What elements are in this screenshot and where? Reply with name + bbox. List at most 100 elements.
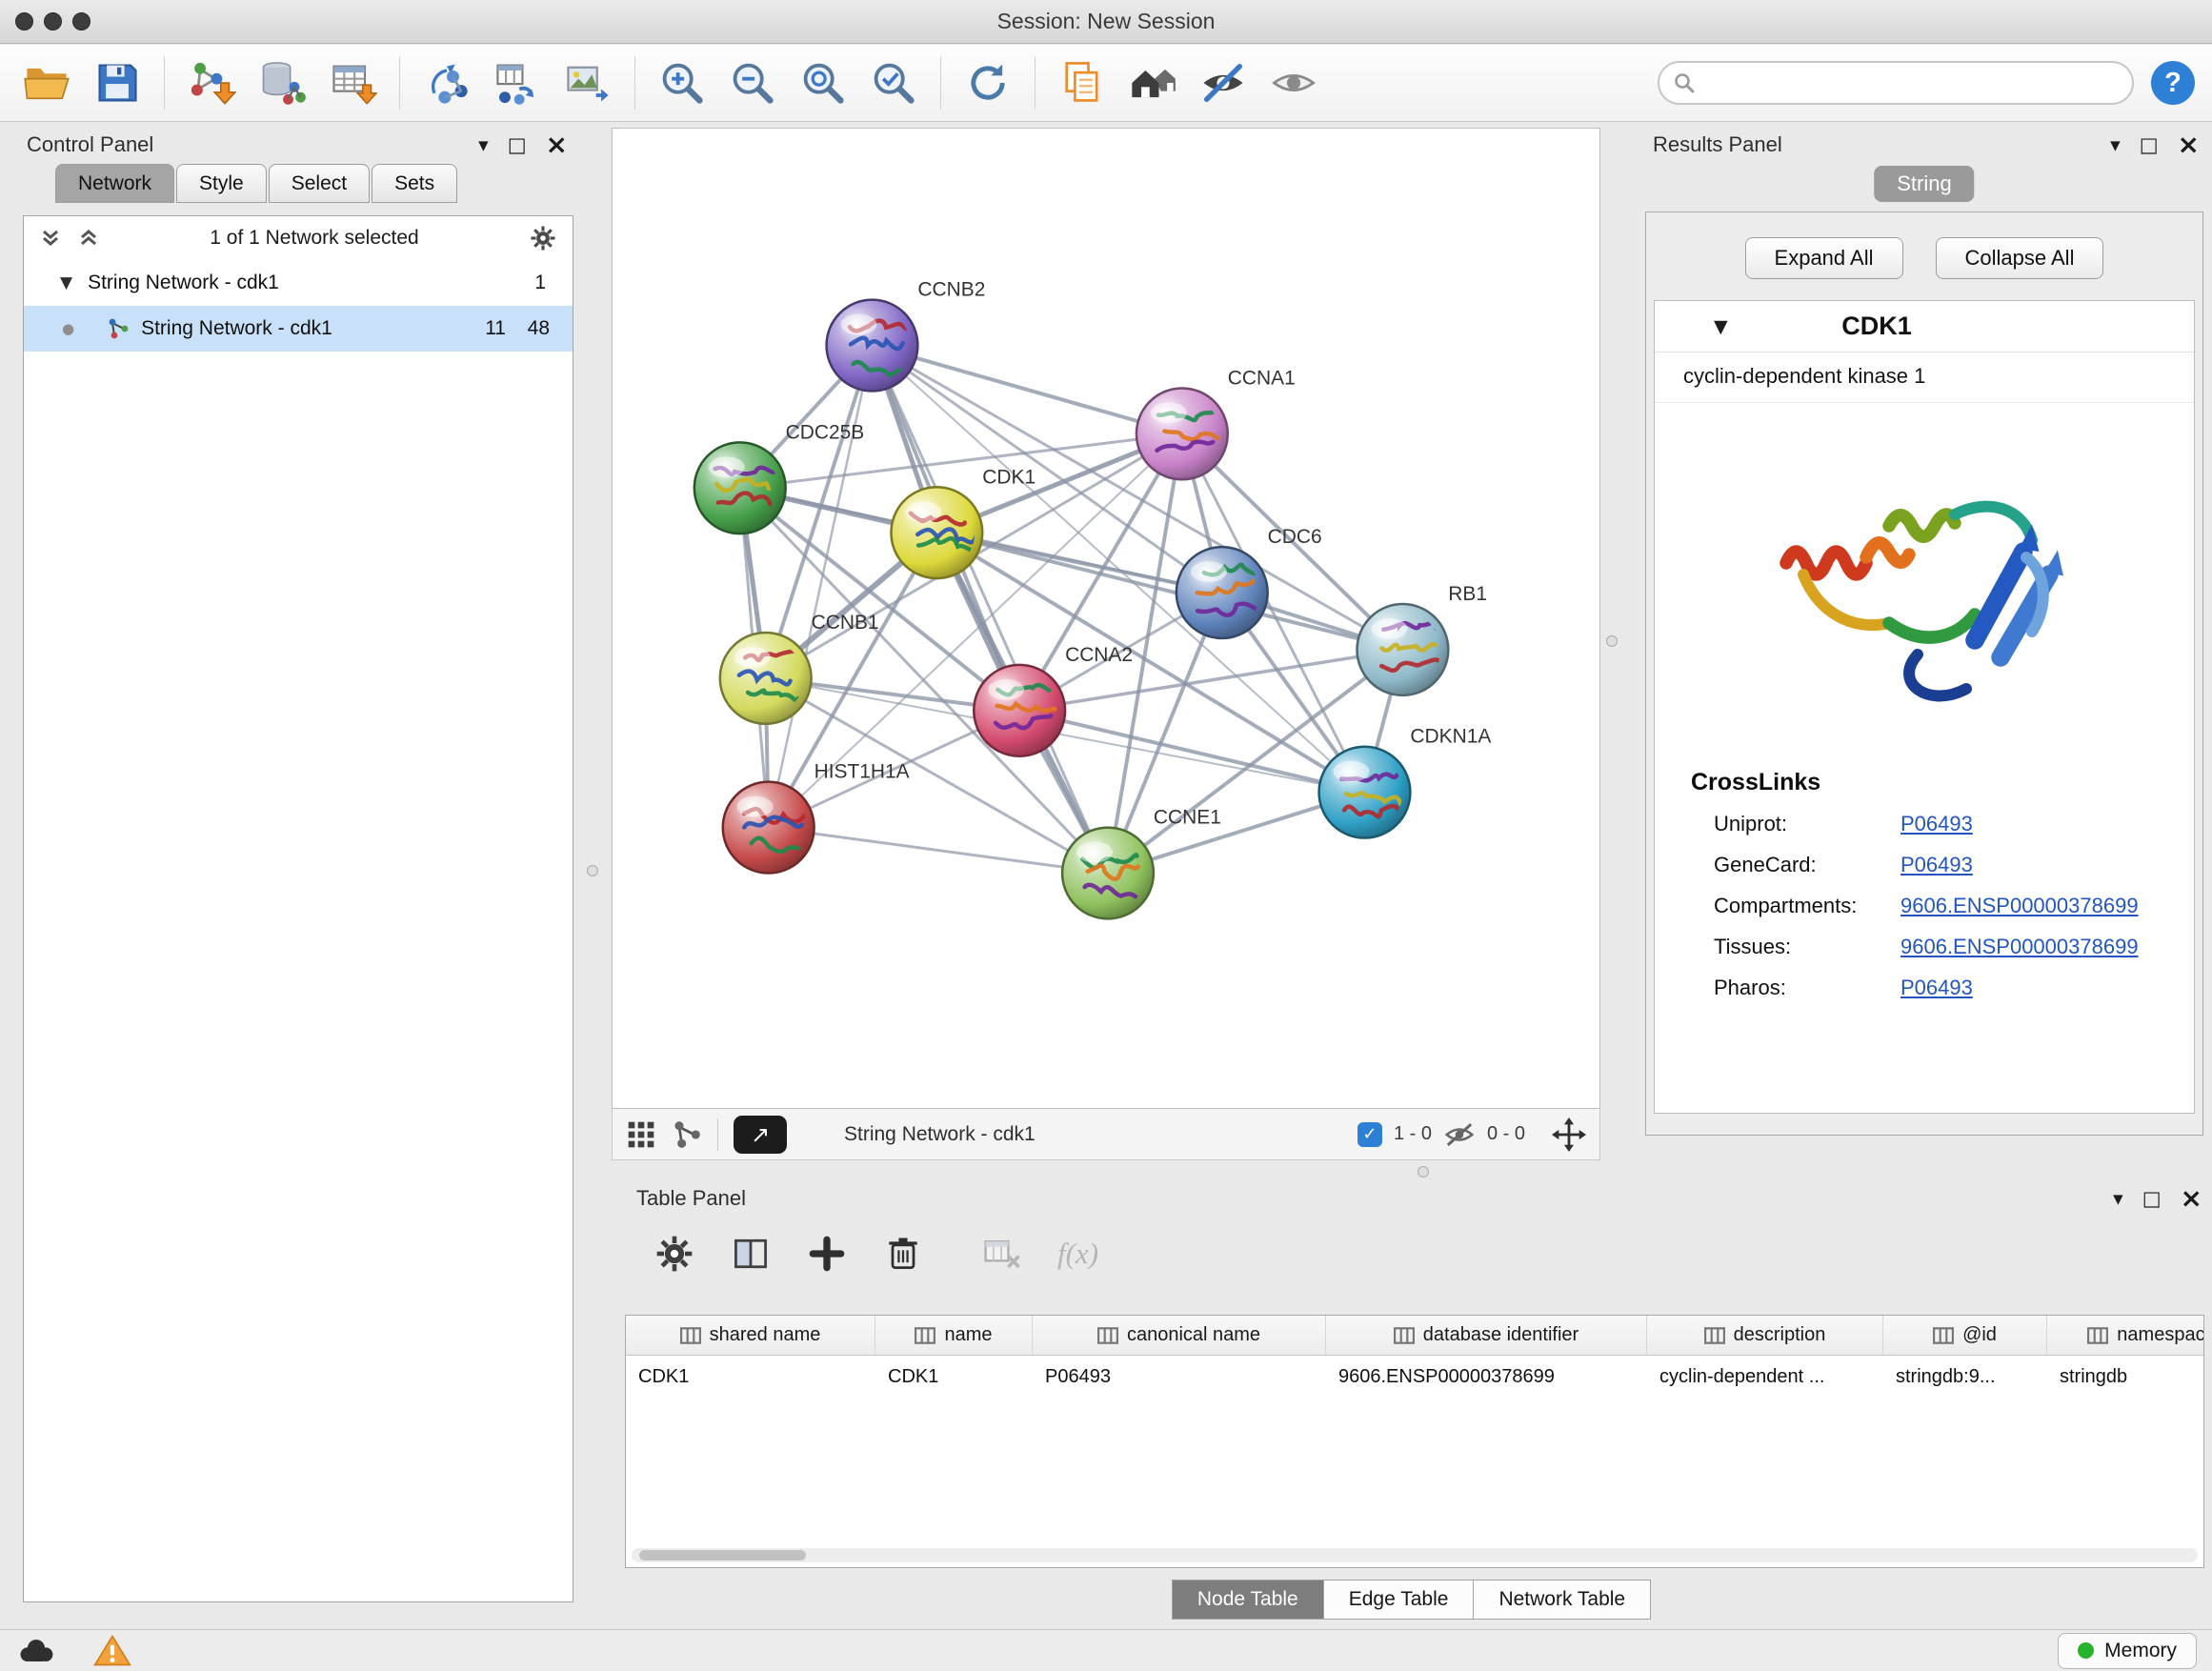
expand-all-button[interactable]: Expand All [1745,237,1903,279]
network-view[interactable]: CCNB2CCNA1CDC25BCDK1CDC6RB1CCNB1CCNA2CDK… [612,128,1600,1109]
network-node-CDC6[interactable]: CDC6 [1176,526,1322,638]
search-input[interactable] [1705,71,2119,94]
network-node-RB1[interactable]: RB1 [1357,583,1487,695]
table-cell[interactable]: stringdb:9... [1883,1356,2047,1398]
collapse-all-networks-icon[interactable] [39,227,62,250]
import-network-from-file-button[interactable] [181,52,242,113]
birds-eye-view-button[interactable]: ↗ [734,1116,787,1154]
results-panel-close-icon[interactable]: × [2178,131,2200,158]
save-session-button[interactable] [87,52,148,113]
tab-network[interactable]: Network [55,164,174,203]
delete-column-trash-button[interactable] [882,1233,924,1275]
tab-sets[interactable]: Sets [372,164,457,203]
bottom-splitter-handle[interactable] [1418,1166,1429,1178]
show-columns-button[interactable] [730,1233,772,1275]
network-row[interactable]: ● String Network - cdk1 11 48 [24,306,573,352]
column-header-canonical-name[interactable]: canonical name [1033,1316,1326,1355]
table-tab-node-table[interactable]: Node Table [1172,1580,1324,1620]
column-header-shared-name[interactable]: shared name [626,1316,875,1355]
column-header-description[interactable]: description [1647,1316,1883,1355]
cloud-status-button[interactable] [15,1637,57,1665]
minimize-window-button[interactable] [44,12,62,30]
column-header--id[interactable]: @id [1883,1316,2047,1355]
table-cell[interactable]: cyclin-dependent ... [1647,1356,1883,1398]
add-column-button[interactable] [806,1233,848,1275]
control-panel-menu-caret-icon[interactable]: ▾ [478,135,489,155]
refresh-layout-button[interactable] [957,52,1018,113]
warnings-button[interactable] [93,1634,131,1667]
results-panel-float-icon[interactable]: □ [2140,135,2159,155]
table-row[interactable]: CDK1CDK1P064939606.ENSP00000378699cyclin… [626,1356,2203,1398]
table-cell[interactable]: CDK1 [626,1356,875,1398]
zoom-in-button[interactable] [652,52,713,113]
new-network-button[interactable] [416,52,477,113]
network-options-gear-icon[interactable] [529,224,557,252]
table-cell[interactable]: stringdb [2047,1356,2204,1398]
memory-button[interactable]: Memory [2058,1633,2197,1669]
network-edge[interactable] [872,346,1181,434]
network-edge[interactable] [872,346,1108,874]
right-splitter-handle[interactable] [1606,635,1618,647]
column-header-database-identifier[interactable]: database identifier [1326,1316,1647,1355]
control-panel-close-icon[interactable]: × [546,131,568,158]
table-horizontal-scrollbar[interactable] [632,1548,2198,1562]
table-cell[interactable]: 9606.ENSP00000378699 [1326,1356,1647,1398]
results-tab-string[interactable]: String [1874,166,1974,202]
zoom-window-button[interactable] [72,12,90,30]
expand-all-networks-icon[interactable] [77,227,100,250]
network-node-HIST1H1A[interactable]: HIST1H1A [723,761,910,874]
zoom-fit-button[interactable] [793,52,854,113]
collapse-all-button[interactable]: Collapse All [1936,237,2104,279]
crosslink-link[interactable]: 9606.ENSP00000378699 [1900,935,2139,959]
network-overview-icon[interactable] [672,1119,702,1150]
network-node-CCNB1[interactable]: CCNB1 [720,612,879,724]
column-header-namespace[interactable]: namespace [2047,1316,2204,1355]
network-node-CCNA1[interactable]: CCNA1 [1136,367,1296,479]
show-hide-button[interactable] [1263,52,1324,113]
help-button[interactable]: ? [2151,61,2195,105]
left-splitter-handle[interactable] [587,865,598,876]
table-panel-float-icon[interactable]: □ [2142,1189,2162,1209]
tab-select[interactable]: Select [269,164,370,203]
network-edge[interactable] [936,533,1402,650]
table-cell[interactable]: P06493 [1033,1356,1326,1398]
pan-crosshair-icon[interactable] [1552,1117,1586,1152]
home-button[interactable] [1122,52,1183,113]
zoom-out-button[interactable] [722,52,783,113]
scrollbar-thumb[interactable] [639,1550,806,1560]
hide-panels-button[interactable] [1193,52,1254,113]
crosslink-link[interactable]: P06493 [1900,853,1973,877]
table-tab-network-table[interactable]: Network Table [1473,1580,1651,1620]
table-panel-close-icon[interactable]: × [2181,1185,2202,1212]
table-settings-gear-button[interactable] [654,1233,695,1275]
control-panel-float-icon[interactable]: □ [508,135,527,155]
search-box[interactable] [1658,61,2134,105]
network-collection-row[interactable]: ▼ String Network - cdk1 1 [24,260,573,306]
crosslink-link[interactable]: 9606.ENSP00000378699 [1900,894,2139,918]
tab-style[interactable]: Style [176,164,267,203]
duplicate-network-button[interactable] [1052,52,1113,113]
import-table-from-file-button[interactable] [322,52,383,113]
network-edge[interactable] [769,828,1108,874]
crosslink-link[interactable]: P06493 [1900,812,1973,836]
close-window-button[interactable] [15,12,33,30]
disclosure-icon[interactable]: ▼ [60,273,72,292]
table-panel-menu-caret-icon[interactable]: ▾ [2113,1189,2123,1209]
table-tab-edge-table[interactable]: Edge Table [1323,1580,1475,1620]
hidden-eye-slash-icon[interactable] [1443,1120,1476,1149]
network-canvas[interactable]: CCNB2CCNA1CDC25BCDK1CDC6RB1CCNB1CCNA2CDK… [613,129,1599,1108]
network-node-CDC25B[interactable]: CDC25B [694,421,864,534]
network-from-table-button[interactable] [487,52,548,113]
results-panel-menu-caret-icon[interactable]: ▾ [2110,135,2121,155]
open-session-button[interactable] [16,52,77,113]
network-node-CDKN1A[interactable]: CDKN1A [1319,726,1492,838]
network-node-CDK1[interactable]: CDK1 [891,466,1036,578]
column-header-name[interactable]: name [875,1316,1033,1355]
export-image-button[interactable] [557,52,618,113]
gene-header[interactable]: ▼ CDK1 [1655,301,2194,352]
selected-indicator-checkbox[interactable]: ✓ [1357,1122,1382,1147]
network-edge[interactable] [769,346,873,828]
import-network-from-database-button[interactable] [251,52,312,113]
crosslink-link[interactable]: P06493 [1900,976,1973,1000]
grid-view-icon[interactable] [626,1119,656,1150]
